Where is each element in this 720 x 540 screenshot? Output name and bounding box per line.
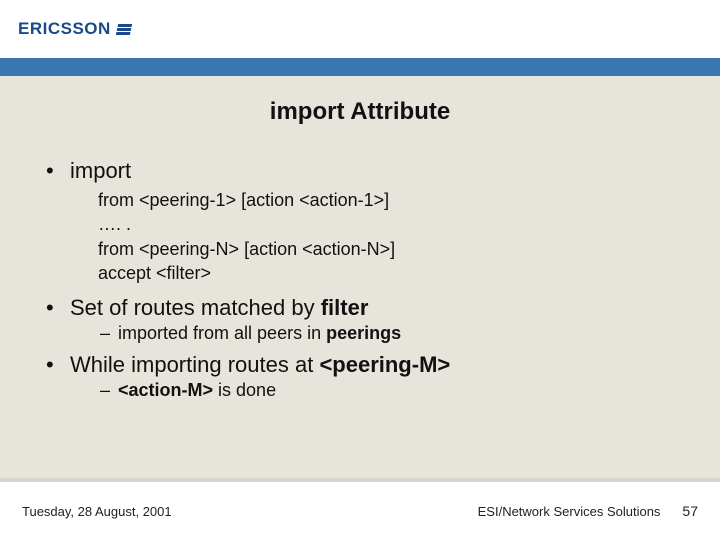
bullet-filter: Set of routes matched by filter imported… (42, 295, 684, 344)
syntax-line: from <peering-N> [action <action-N>] (98, 237, 684, 261)
sub-text-bold: <action-M> (118, 380, 213, 400)
bullet-list: import from <peering-1> [action <action-… (36, 158, 684, 401)
bullet-text-bold: <peering-M> (319, 352, 450, 377)
brand-bars-icon (116, 24, 132, 35)
sub-bullet: imported from all peers in peerings (98, 323, 684, 344)
syntax-line: accept <filter> (98, 261, 684, 285)
sub-text-bold: peerings (326, 323, 401, 343)
sub-bullet-list: <action-M> is done (70, 380, 684, 401)
bullet-text-bold: filter (321, 295, 369, 320)
slide-header: ERICSSON (0, 0, 720, 58)
bullet-text-pre: Set of routes matched by (70, 295, 321, 320)
brand-name: ERICSSON (18, 19, 111, 39)
sub-bullet: <action-M> is done (98, 380, 684, 401)
brand-logo: ERICSSON (18, 19, 131, 39)
import-syntax-block: from <peering-1> [action <action-1>] …. … (70, 188, 684, 285)
syntax-line: from <peering-1> [action <action-1>] (98, 188, 684, 212)
footer-right: ESI/Network Services Solutions 57 (478, 503, 698, 519)
bullet-text: import (70, 158, 131, 183)
footer-org: ESI/Network Services Solutions (478, 504, 661, 519)
sub-text-pre: imported from all peers in (118, 323, 326, 343)
sub-text-post: is done (213, 380, 276, 400)
bullet-while-importing: While importing routes at <peering-M> <a… (42, 352, 684, 401)
footer-date: Tuesday, 28 August, 2001 (22, 504, 172, 519)
syntax-line: …. . (98, 212, 684, 236)
slide-content: import Attribute import from <peering-1>… (0, 76, 720, 540)
bullet-text-pre: While importing routes at (70, 352, 319, 377)
page-number: 57 (682, 503, 698, 519)
header-band (0, 58, 720, 76)
slide: ERICSSON import Attribute import from <p… (0, 0, 720, 540)
slide-title: import Attribute (36, 98, 684, 126)
bullet-import: import from <peering-1> [action <action-… (42, 158, 684, 285)
sub-bullet-list: imported from all peers in peerings (70, 323, 684, 344)
slide-footer: Tuesday, 28 August, 2001 ESI/Network Ser… (0, 482, 720, 540)
